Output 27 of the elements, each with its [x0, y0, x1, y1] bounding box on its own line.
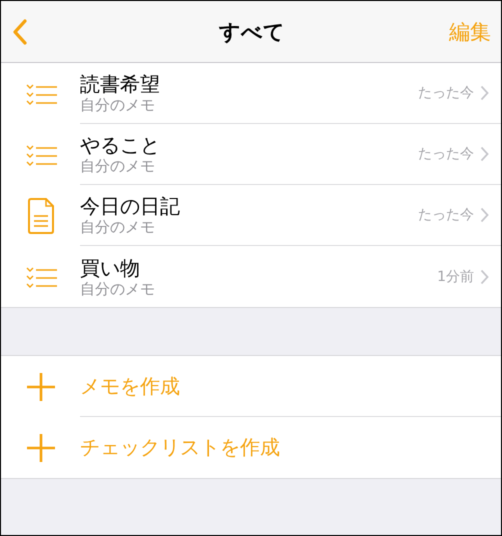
note-row[interactable]: 買い物 自分のメモ 1分前 — [1, 246, 501, 307]
chevron-right-icon — [480, 207, 489, 223]
note-time: たった今 — [418, 84, 474, 102]
note-row[interactable]: 今日の日記 自分のメモ たった今 — [1, 185, 501, 246]
create-label: チェックリストを作成 — [80, 434, 280, 461]
note-folder: 自分のメモ — [80, 218, 156, 236]
note-folder: 自分のメモ — [80, 96, 156, 114]
note-folder: 自分のメモ — [80, 157, 156, 175]
plus-icon — [26, 432, 56, 462]
note-title: 読書希望 — [80, 72, 161, 96]
plus-icon — [26, 372, 56, 402]
note-folder: 自分のメモ — [80, 280, 156, 298]
note-time: 1分前 — [437, 268, 474, 286]
note-title: 今日の日記 — [80, 194, 181, 218]
note-title: やること — [80, 133, 161, 157]
back-chevron-icon — [13, 18, 27, 44]
chevron-right-icon — [480, 146, 489, 162]
note-title: 買い物 — [80, 256, 141, 280]
document-icon — [26, 198, 54, 234]
nav-title: すべて — [219, 18, 285, 46]
note-time: たった今 — [418, 206, 474, 224]
chevron-right-icon — [480, 268, 489, 284]
note-time: たった今 — [418, 145, 474, 163]
chevron-right-icon — [480, 85, 489, 101]
note-row[interactable]: 読書希望 自分のメモ たった今 — [1, 63, 501, 124]
create-label: メモを作成 — [80, 372, 180, 400]
note-row[interactable]: やること 自分のメモ たった今 — [1, 124, 501, 185]
